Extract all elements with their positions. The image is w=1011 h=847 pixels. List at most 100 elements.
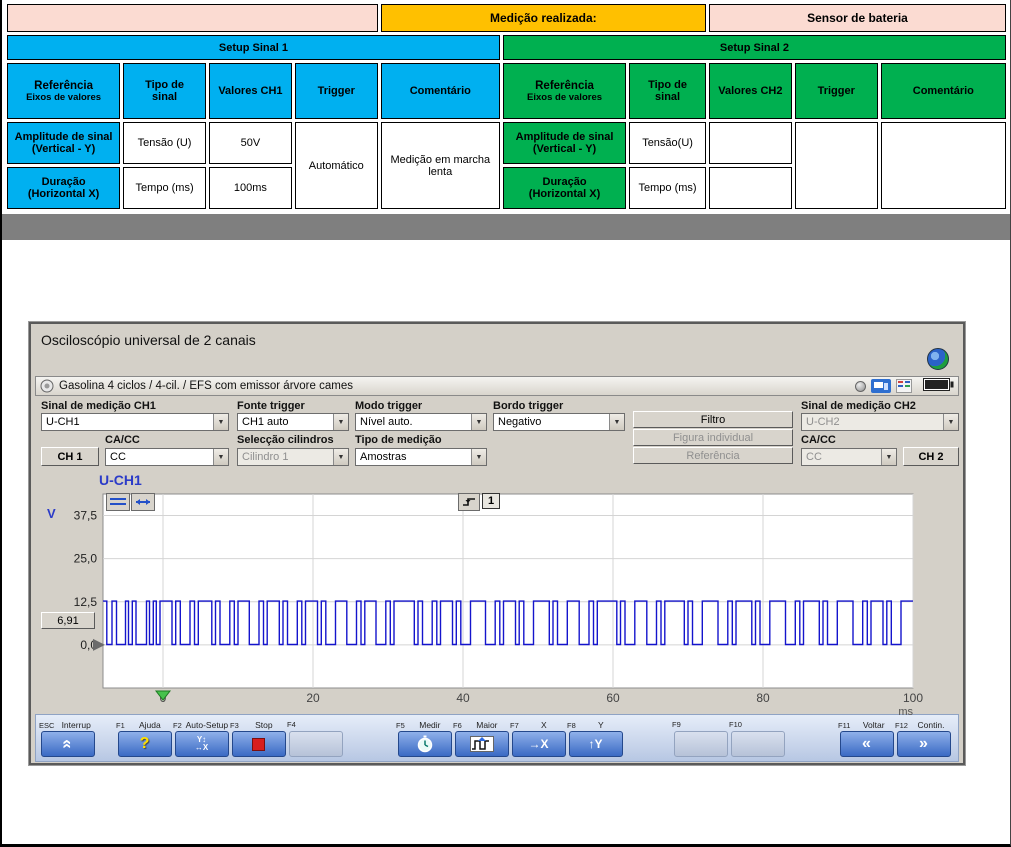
chevron-down-icon[interactable]: ▼ xyxy=(333,414,348,430)
status-led-icon xyxy=(855,381,866,392)
question-mark-icon: ? xyxy=(140,735,150,753)
square-wave-icon xyxy=(470,736,494,752)
setup1-dur-valor: 100ms xyxy=(209,167,292,209)
setup1-col-valores: Valores CH1 xyxy=(209,63,292,119)
continue-button[interactable]: » xyxy=(897,731,951,757)
chevron-down-icon: ▼ xyxy=(943,414,958,430)
trigger-mode-select[interactable]: Nível auto.▼ xyxy=(355,413,487,431)
separator-bar xyxy=(2,214,1010,240)
f4-button xyxy=(289,731,343,757)
trigger-edge-label: Bordo trigger xyxy=(493,400,563,412)
trigger-source-select[interactable]: CH1 auto▼ xyxy=(237,413,349,431)
cylinder-select[interactable]: Cilindro 1▼ xyxy=(237,448,349,466)
interrupt-button[interactable]: « xyxy=(41,731,95,757)
y-unit-label: V xyxy=(47,506,56,521)
acdc1-label: CA/CC xyxy=(105,434,140,446)
setup2-amp-label: Amplitude de sinal (Vertical - Y) xyxy=(503,122,626,164)
stop-button[interactable] xyxy=(232,731,286,757)
dial-icon xyxy=(40,379,54,393)
setup1-col-comentario: Comentário xyxy=(381,63,500,119)
fkey-f6: F6Maior xyxy=(453,720,510,757)
acdc2-select[interactable]: CC▼ xyxy=(801,448,897,466)
sensor-cell: Sensor de bateria xyxy=(709,4,1006,32)
measurement-setup-table: Medição realizada: Sensor de bateria Set… xyxy=(4,1,1009,212)
setup2-dur-tipo: Tempo (ms) xyxy=(629,167,706,209)
fkey-f8: F8Y ↑Y xyxy=(567,720,624,757)
x-tick-label: 80 xyxy=(756,691,770,705)
x-tick-label: 60 xyxy=(606,691,620,705)
reference-button[interactable]: Referência xyxy=(633,447,793,464)
chevron-down-icon[interactable]: ▼ xyxy=(609,414,624,430)
f9-button xyxy=(674,731,728,757)
auto-setup-button[interactable]: Y↕↔X xyxy=(175,731,229,757)
trigger-edge-icon xyxy=(458,493,480,511)
fkey-f3: F3Stop xyxy=(230,720,287,757)
chevron-down-icon[interactable]: ▼ xyxy=(213,414,228,430)
help-button[interactable]: ? xyxy=(118,731,172,757)
ch1-signal-label: Sinal de medição CH1 xyxy=(41,400,156,412)
setup2-col-valores: Valores CH2 xyxy=(709,63,792,119)
acdc1-select[interactable]: CC▼ xyxy=(105,448,229,466)
setup2-amp-valor xyxy=(709,122,792,164)
x-axis-button[interactable]: →X xyxy=(512,731,566,757)
zoom-larger-button[interactable] xyxy=(455,731,509,757)
measure-button[interactable] xyxy=(398,731,452,757)
fkey-f1: F1Ajuda ? xyxy=(116,720,173,757)
trigger-position-marker[interactable] xyxy=(156,691,170,700)
setup1-amp-label: Amplitude de sinal (Vertical - Y) xyxy=(7,122,120,164)
plot-area xyxy=(103,494,913,688)
setup1-trigger-value: Automático xyxy=(295,122,378,209)
window-title: Osciloscópio universal de 2 canais xyxy=(41,332,256,348)
fkey-f11: F11Voltar « xyxy=(838,720,895,757)
globe-icon xyxy=(927,348,949,370)
f10-button xyxy=(731,731,785,757)
stop-square-icon xyxy=(252,738,265,751)
fkey-f9: F9 xyxy=(672,720,729,757)
setup2-col-tipo: Tipo de sinal xyxy=(629,63,706,119)
y-tick-label: 12,5 xyxy=(74,595,98,609)
ch1-button[interactable]: CH 1 xyxy=(41,447,99,466)
fkey-f10: F10 xyxy=(729,720,786,757)
channel-stats-icon xyxy=(896,379,912,393)
oscilloscope-window: Osciloscópio universal de 2 canais Gasol… xyxy=(29,322,965,765)
cursor-lines-icon[interactable] xyxy=(106,493,130,511)
x-unit-label: ms xyxy=(898,706,913,718)
setup1-amp-valor: 50V xyxy=(209,122,292,164)
stopwatch-icon xyxy=(416,735,434,753)
ch2-signal-select[interactable]: U-CH2▼ xyxy=(801,413,959,431)
chevron-down-icon: ▼ xyxy=(881,449,896,465)
page: Medição realizada: Sensor de bateria Set… xyxy=(0,0,1011,847)
y-axis-button[interactable]: ↑Y xyxy=(569,731,623,757)
scope-display: U-CH1 V 1 6,91 0204060801000,012,525,037… xyxy=(35,472,959,712)
level-cursor-value[interactable]: 6,91 xyxy=(41,612,95,629)
chevron-down-icon[interactable]: ▼ xyxy=(213,449,228,465)
fkey-f7: F7X →X xyxy=(510,720,567,757)
trigger-edge-select[interactable]: Negativo▼ xyxy=(493,413,625,431)
single-figure-button[interactable]: Figura individual xyxy=(633,429,793,446)
setup1-dur-label: Duração (Horizontal X) xyxy=(7,167,120,209)
pan-arrows-icon[interactable] xyxy=(131,493,155,511)
ch2-button[interactable]: CH 2 xyxy=(903,447,959,466)
setup1-amp-tipo: Tensão (U) xyxy=(123,122,206,164)
chevron-down-icon: ▼ xyxy=(333,449,348,465)
y-tick-label: 25,0 xyxy=(74,552,98,566)
x-tick-label: 20 xyxy=(306,691,320,705)
measurement-type-select[interactable]: Amostras▼ xyxy=(355,448,487,466)
vehicle-description: Gasolina 4 ciclos / 4-cil. / EFS com emi… xyxy=(59,380,353,392)
chevron-down-icon[interactable]: ▼ xyxy=(471,414,486,430)
fkey-f2: F2Auto-Setup Y↕↔X xyxy=(173,720,230,757)
filter-button[interactable]: Filtro xyxy=(633,411,793,428)
back-button[interactable]: « xyxy=(840,731,894,757)
setup2-dur-label: Duração (Horizontal X) xyxy=(503,167,626,209)
trigger-mode-label: Modo trigger xyxy=(355,400,422,412)
setup1-dur-tipo: Tempo (ms) xyxy=(123,167,206,209)
ch1-signal-select[interactable]: U-CH1▼ xyxy=(41,413,229,431)
setup1-col-trigger: Trigger xyxy=(295,63,378,119)
setup2-col-comentario: Comentário xyxy=(881,63,1006,119)
pc-icon xyxy=(871,379,891,393)
chevrons-up-icon: « xyxy=(58,739,78,748)
ch2-signal-label: Sinal de medição CH2 xyxy=(801,400,916,412)
chevron-down-icon[interactable]: ▼ xyxy=(471,449,486,465)
battery-icon xyxy=(923,378,954,391)
fkey-f4: F4 xyxy=(287,720,344,757)
